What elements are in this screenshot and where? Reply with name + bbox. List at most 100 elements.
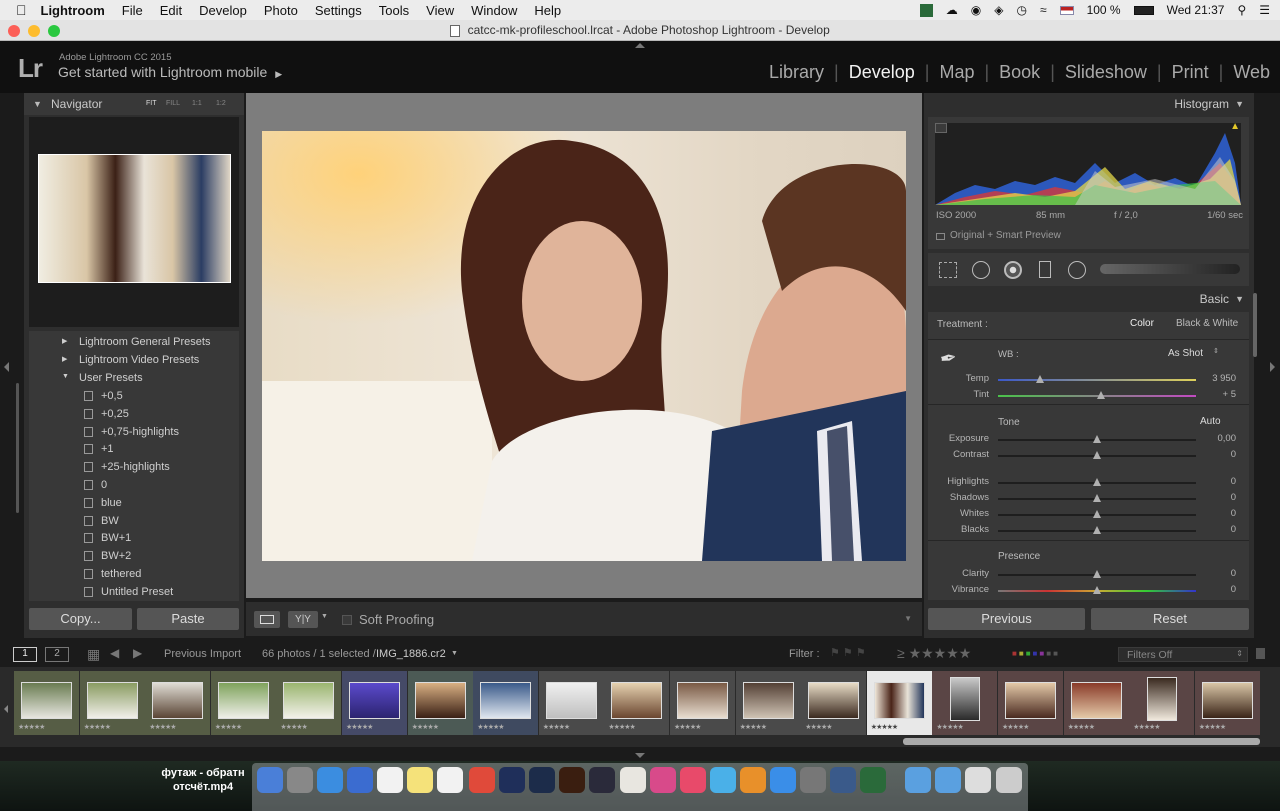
- toolbar-menu-icon[interactable]: ▼: [904, 614, 912, 623]
- previous-button[interactable]: Previous: [928, 608, 1085, 630]
- filmstrip-thumbnail[interactable]: ★★★★★: [407, 671, 473, 735]
- notification-center-icon[interactable]: ☰: [1259, 3, 1270, 17]
- module-slideshow[interactable]: Slideshow: [1055, 62, 1157, 83]
- rating-filter[interactable]: ≥ ★★★★★: [897, 645, 971, 662]
- left-panel-toggle[interactable]: [4, 362, 9, 372]
- slider-value-exposure[interactable]: 0,00: [1196, 433, 1237, 444]
- navigator-preview[interactable]: [29, 117, 239, 327]
- system-preferences-icon[interactable]: [800, 767, 826, 793]
- right-scrollbar[interactable]: [1253, 293, 1257, 357]
- highlight-clipping-icon[interactable]: ▲: [1230, 121, 1240, 132]
- time-machine-icon[interactable]: ◷: [1017, 3, 1027, 17]
- shadow-clipping-icon[interactable]: [935, 123, 947, 133]
- bridge-icon[interactable]: [559, 767, 585, 793]
- filmstrip-thumbnail[interactable]: ★★★★★: [538, 671, 604, 735]
- desktop-file-label[interactable]: футаж - обратн отсчёт.mp4: [148, 766, 258, 794]
- reset-button[interactable]: Reset: [1091, 608, 1249, 630]
- bottom-panel-toggle[interactable]: [635, 753, 645, 758]
- battery-icon[interactable]: [1133, 5, 1154, 15]
- itunes-icon[interactable]: [650, 767, 676, 793]
- minimize-window-button[interactable]: [28, 25, 40, 37]
- launchpad-icon[interactable]: [287, 767, 313, 793]
- trash-icon[interactable]: [996, 767, 1022, 793]
- eye-icon[interactable]: ◉: [971, 3, 981, 17]
- left-scrollbar[interactable]: [16, 383, 19, 513]
- preset-item[interactable]: blue: [29, 495, 239, 513]
- zoom-fit[interactable]: FIT: [146, 100, 157, 107]
- crop-tool-icon[interactable]: [939, 262, 957, 278]
- zoom-window-button[interactable]: [48, 25, 60, 37]
- cloud-icon[interactable]: ☁: [946, 3, 958, 17]
- arrow-left-icon[interactable]: ◀: [110, 646, 119, 660]
- graduated-filter-tool-icon[interactable]: [1039, 261, 1051, 278]
- menu-tools[interactable]: Tools: [379, 3, 409, 18]
- menu-view[interactable]: View: [426, 3, 454, 18]
- slider-knob-tint[interactable]: [1096, 391, 1105, 399]
- preset-item[interactable]: +1: [29, 441, 239, 459]
- module-web[interactable]: Web: [1223, 62, 1270, 83]
- filmstrip-thumbnail[interactable]: ★★★★★: [79, 671, 145, 735]
- filename-dropdown-icon[interactable]: ▼: [451, 650, 458, 657]
- spotlight-icon[interactable]: ⚲: [1237, 3, 1246, 17]
- histogram-header[interactable]: Histogram ▼: [924, 93, 1254, 115]
- filmstrip-thumbnail[interactable]: ★★★★★: [1194, 671, 1260, 735]
- menu-file[interactable]: File: [122, 3, 143, 18]
- slider-knob-whites[interactable]: [1093, 510, 1101, 518]
- lightroom-mobile-link[interactable]: Get started with Lightroom mobile ▶: [58, 64, 282, 80]
- treatment-color-button[interactable]: Color: [1130, 318, 1154, 329]
- treatment-bw-button[interactable]: Black & White: [1176, 318, 1238, 329]
- slider-value-temp[interactable]: 3 950: [1196, 373, 1236, 384]
- app-store-icon[interactable]: [770, 767, 796, 793]
- module-book[interactable]: Book: [989, 62, 1050, 83]
- filmstrip-thumbnail[interactable]: ★★★★★: [932, 671, 998, 735]
- basic-header[interactable]: Basic ▼: [924, 288, 1254, 310]
- loupe-view-button[interactable]: [254, 611, 280, 628]
- documents-folder-icon[interactable]: [935, 767, 961, 793]
- slider-value-contrast[interactable]: 0: [1196, 449, 1236, 460]
- slider-knob-exposure[interactable]: [1093, 435, 1101, 443]
- menu-develop[interactable]: Develop: [199, 3, 247, 18]
- arrow-right-icon[interactable]: ▶: [133, 646, 142, 660]
- close-window-button[interactable]: [8, 25, 20, 37]
- downloads-folder-icon[interactable]: [905, 767, 931, 793]
- adjustment-brush-tool-icon[interactable]: [1100, 264, 1240, 274]
- reminders-icon[interactable]: [437, 767, 463, 793]
- slider-knob-shadows[interactable]: [1093, 494, 1101, 502]
- filters-preset-select[interactable]: Filters Off ⇕: [1118, 647, 1248, 662]
- zoom-fill[interactable]: FILL: [166, 100, 180, 107]
- window-2-button[interactable]: 2: [45, 647, 69, 662]
- source-label[interactable]: Previous Import: [164, 648, 241, 660]
- flag-filters[interactable]: ⚑ ⚑ ⚑: [830, 646, 866, 659]
- messages-icon[interactable]: [710, 767, 736, 793]
- photos-icon[interactable]: [620, 767, 646, 793]
- slider-value-whites[interactable]: 0: [1196, 508, 1236, 519]
- slider-knob-temp[interactable]: [1035, 375, 1044, 383]
- clock[interactable]: Wed 21:37: [1167, 3, 1225, 17]
- zoom-1-2[interactable]: 1:2: [216, 100, 226, 107]
- filmstrip-thumbnail[interactable]: ★★★★★: [210, 671, 276, 735]
- finder-icon[interactable]: [257, 767, 283, 793]
- mail-icon[interactable]: [347, 767, 373, 793]
- tone-auto-button[interactable]: Auto: [1200, 416, 1221, 427]
- preset-item[interactable]: Untitled Preset: [29, 584, 239, 601]
- navigator-header[interactable]: ▼ Navigator FIT FILL 1:1 1:2: [24, 93, 244, 115]
- menu-settings[interactable]: Settings: [315, 3, 362, 18]
- safari-icon[interactable]: [317, 767, 343, 793]
- image-view[interactable]: [246, 93, 922, 598]
- selected-filename[interactable]: IMG_1886.cr2: [376, 648, 446, 660]
- preset-item[interactable]: 0: [29, 477, 239, 495]
- apple-icon[interactable]: : [16, 2, 27, 18]
- notes-icon[interactable]: [407, 767, 433, 793]
- red-eye-tool-icon[interactable]: [1004, 261, 1022, 279]
- module-develop[interactable]: Develop: [839, 62, 925, 83]
- music-icon[interactable]: [680, 767, 706, 793]
- filmstrip-thumbnail[interactable]: ★★★★★: [801, 671, 867, 735]
- filter-lock-icon[interactable]: [1256, 648, 1265, 659]
- slider-value-tint[interactable]: + 5: [1196, 389, 1236, 400]
- filmstrip-thumbnail[interactable]: ★★★★★: [342, 671, 407, 735]
- module-print[interactable]: Print: [1162, 62, 1219, 83]
- right-panel-toggle[interactable]: [1270, 362, 1275, 372]
- main-photo[interactable]: [262, 131, 906, 561]
- filmstrip-thumbnail[interactable]: ★★★★★: [670, 671, 735, 735]
- preset-item[interactable]: +0,5: [29, 388, 239, 406]
